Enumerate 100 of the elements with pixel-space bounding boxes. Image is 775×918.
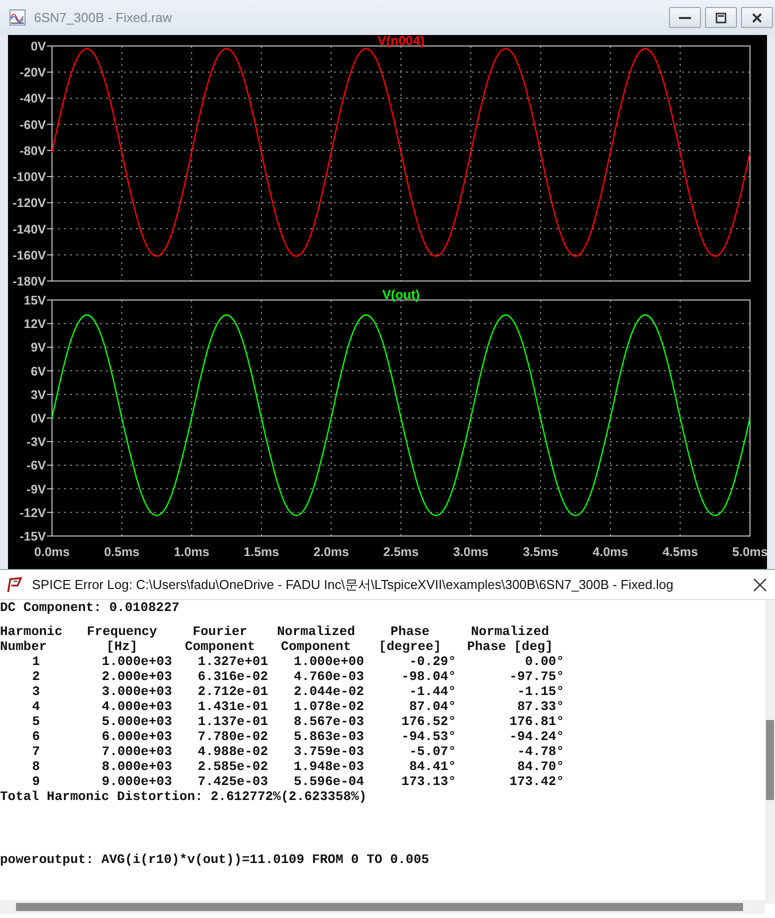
table-cell-text: 2.712e-01 bbox=[196, 684, 268, 699]
column-header: Fourier bbox=[192, 624, 248, 639]
table-cell-text: 84.41° bbox=[408, 759, 456, 774]
log-line: poweroutput: AVG(i(r10)*v(out))=11.0109 FROM 0 TO 0.005 bbox=[0, 852, 430, 867]
table-cell-text: 4.988e-02 bbox=[196, 744, 268, 759]
table-cell-text: -94.24° bbox=[508, 729, 564, 744]
table-cell-text: 9.000e+03 bbox=[100, 774, 172, 789]
table-cell-text: -94.53° bbox=[400, 729, 456, 744]
y-axis-label: -100V bbox=[12, 170, 46, 184]
x-axis-label: 1.5ms bbox=[244, 545, 280, 559]
log-title: SPICE Error Log: C:\Users\fadu\OneDrive - FADU Inc\문서\LTspiceXVII\examples\300B\6SN7_300B - Fixed.log bbox=[32, 576, 674, 594]
maximize-icon bbox=[715, 12, 727, 24]
waveform-icon bbox=[9, 9, 26, 26]
table-cell-text: 87.33° bbox=[516, 699, 564, 714]
table-cell-text: 5.863e-03 bbox=[292, 729, 364, 744]
y-axis-label: 9V bbox=[30, 340, 46, 355]
table-cell-text: -4.78° bbox=[516, 744, 564, 759]
table-cell-text: 7 bbox=[31, 744, 41, 759]
x-axis-label: 2.5ms bbox=[383, 545, 419, 559]
minimize-button[interactable] bbox=[669, 7, 701, 28]
table-cell-text: 3 bbox=[31, 684, 41, 699]
table-cell-text: 1.431e-01 bbox=[196, 699, 268, 714]
table-cell-text: 1.327e+01 bbox=[196, 654, 268, 669]
table-cell-text: 1.078e-02 bbox=[292, 699, 364, 714]
table-cell-text: 2 bbox=[31, 669, 41, 684]
y-axis-label: -160V bbox=[12, 248, 46, 262]
table-cell-text: 7.000e+03 bbox=[100, 744, 172, 759]
table-cell-text: 7.425e-03 bbox=[196, 774, 268, 789]
column-header: [Hz] bbox=[105, 639, 139, 654]
table-cell-text: 6 bbox=[31, 729, 41, 744]
table-cell-text: -98.04° bbox=[400, 669, 456, 684]
y-axis-label: 6V bbox=[30, 364, 46, 378]
table-cell-text: -97.75° bbox=[508, 669, 564, 684]
table-cell-text: 1 bbox=[31, 654, 41, 669]
y-axis-label: 0V bbox=[30, 412, 46, 426]
y-axis-label: -9V bbox=[26, 482, 46, 496]
close-button[interactable] bbox=[741, 7, 773, 28]
trace-label: V(n004) bbox=[378, 35, 424, 48]
column-header: Component bbox=[280, 639, 352, 654]
x-axis-label: 5.0ms bbox=[732, 545, 767, 559]
table-cell-text: 6.000e+03 bbox=[100, 729, 172, 744]
x-axis-label: 0.0ms bbox=[34, 545, 70, 559]
maximize-button[interactable] bbox=[705, 7, 737, 28]
table-cell-text: 8.567e-03 bbox=[292, 714, 364, 729]
vertical-scrollbar[interactable] bbox=[765, 600, 775, 904]
close-icon bbox=[751, 12, 763, 24]
x-axis-label: 3.5ms bbox=[522, 545, 558, 559]
x-axis-label: 4.5ms bbox=[662, 545, 698, 559]
table-cell-text: 1.137e-01 bbox=[196, 714, 268, 729]
column-header: Component bbox=[184, 639, 256, 654]
table-cell-text: 1.000e+03 bbox=[100, 654, 172, 669]
column-header: Frequency bbox=[86, 624, 158, 639]
y-axis-label: -80V bbox=[20, 144, 46, 158]
y-axis-label: -40V bbox=[20, 92, 46, 106]
table-cell-text: 173.42° bbox=[508, 774, 564, 789]
table-cell-text: 2.000e+03 bbox=[100, 669, 172, 684]
table-cell-text: 173.13° bbox=[400, 774, 456, 789]
table-cell-text: 176.81° bbox=[508, 714, 564, 729]
table-cell-text: 8 bbox=[31, 759, 41, 774]
column-header: [degree] bbox=[378, 639, 442, 654]
table-cell-text: 5.000e+03 bbox=[100, 714, 172, 729]
table-cell-text: 9 bbox=[31, 774, 41, 789]
column-header: Normalized bbox=[470, 624, 550, 639]
log-line: Total Harmonic Distortion: 2.612772%(2.623358%) bbox=[0, 789, 367, 804]
table-cell-text: 7.780e-02 bbox=[196, 729, 268, 744]
y-axis-label: -120V bbox=[12, 196, 46, 210]
column-header: Normalized bbox=[276, 624, 356, 639]
x-axis-label: 4.0ms bbox=[592, 545, 628, 559]
x-axis-label: 3.0ms bbox=[453, 545, 489, 559]
table-cell-text: 3.000e+03 bbox=[100, 684, 172, 699]
table-cell-text: 4 bbox=[31, 699, 41, 714]
table-cell-text: 2.585e-02 bbox=[196, 759, 268, 774]
y-axis-label: -15V bbox=[20, 530, 46, 544]
table-cell-text: 1.948e-03 bbox=[292, 759, 364, 774]
y-axis-label: 0V bbox=[30, 40, 46, 54]
table-cell-text: 176.52° bbox=[400, 714, 456, 729]
table-cell-text: 1.000e+00 bbox=[292, 654, 364, 669]
horizontal-scrollbar[interactable] bbox=[0, 900, 765, 914]
table-cell-text: 5.596e-04 bbox=[292, 774, 364, 789]
table-cell-text: 6.316e-02 bbox=[196, 669, 268, 684]
minimize-icon bbox=[679, 16, 691, 18]
y-axis-label: -20V bbox=[20, 66, 46, 80]
close-icon bbox=[753, 578, 767, 592]
table-cell-text: 2.044e-02 bbox=[292, 684, 364, 699]
log-icon bbox=[6, 576, 23, 593]
table-cell-text: 87.04° bbox=[408, 699, 456, 714]
y-axis-label: -3V bbox=[26, 435, 46, 450]
y-axis-label: -60V bbox=[20, 118, 46, 132]
x-axis-label: 2.0ms bbox=[313, 545, 349, 559]
x-axis-label: 0.5ms bbox=[104, 545, 140, 559]
trace-label: V(out) bbox=[382, 287, 420, 302]
y-axis-label: 15V bbox=[24, 294, 46, 308]
table-cell-text: 3.759e-03 bbox=[292, 744, 364, 759]
column-header: Phase bbox=[389, 624, 430, 639]
table-cell-text: 4.760e-03 bbox=[292, 669, 364, 684]
table-cell-text: 8.000e+03 bbox=[100, 759, 172, 774]
table-cell-text: 5 bbox=[31, 714, 41, 729]
table-cell-text: -1.44° bbox=[408, 684, 456, 699]
y-axis-label: -140V bbox=[12, 222, 46, 236]
table-cell-text: -0.29° bbox=[408, 654, 456, 669]
